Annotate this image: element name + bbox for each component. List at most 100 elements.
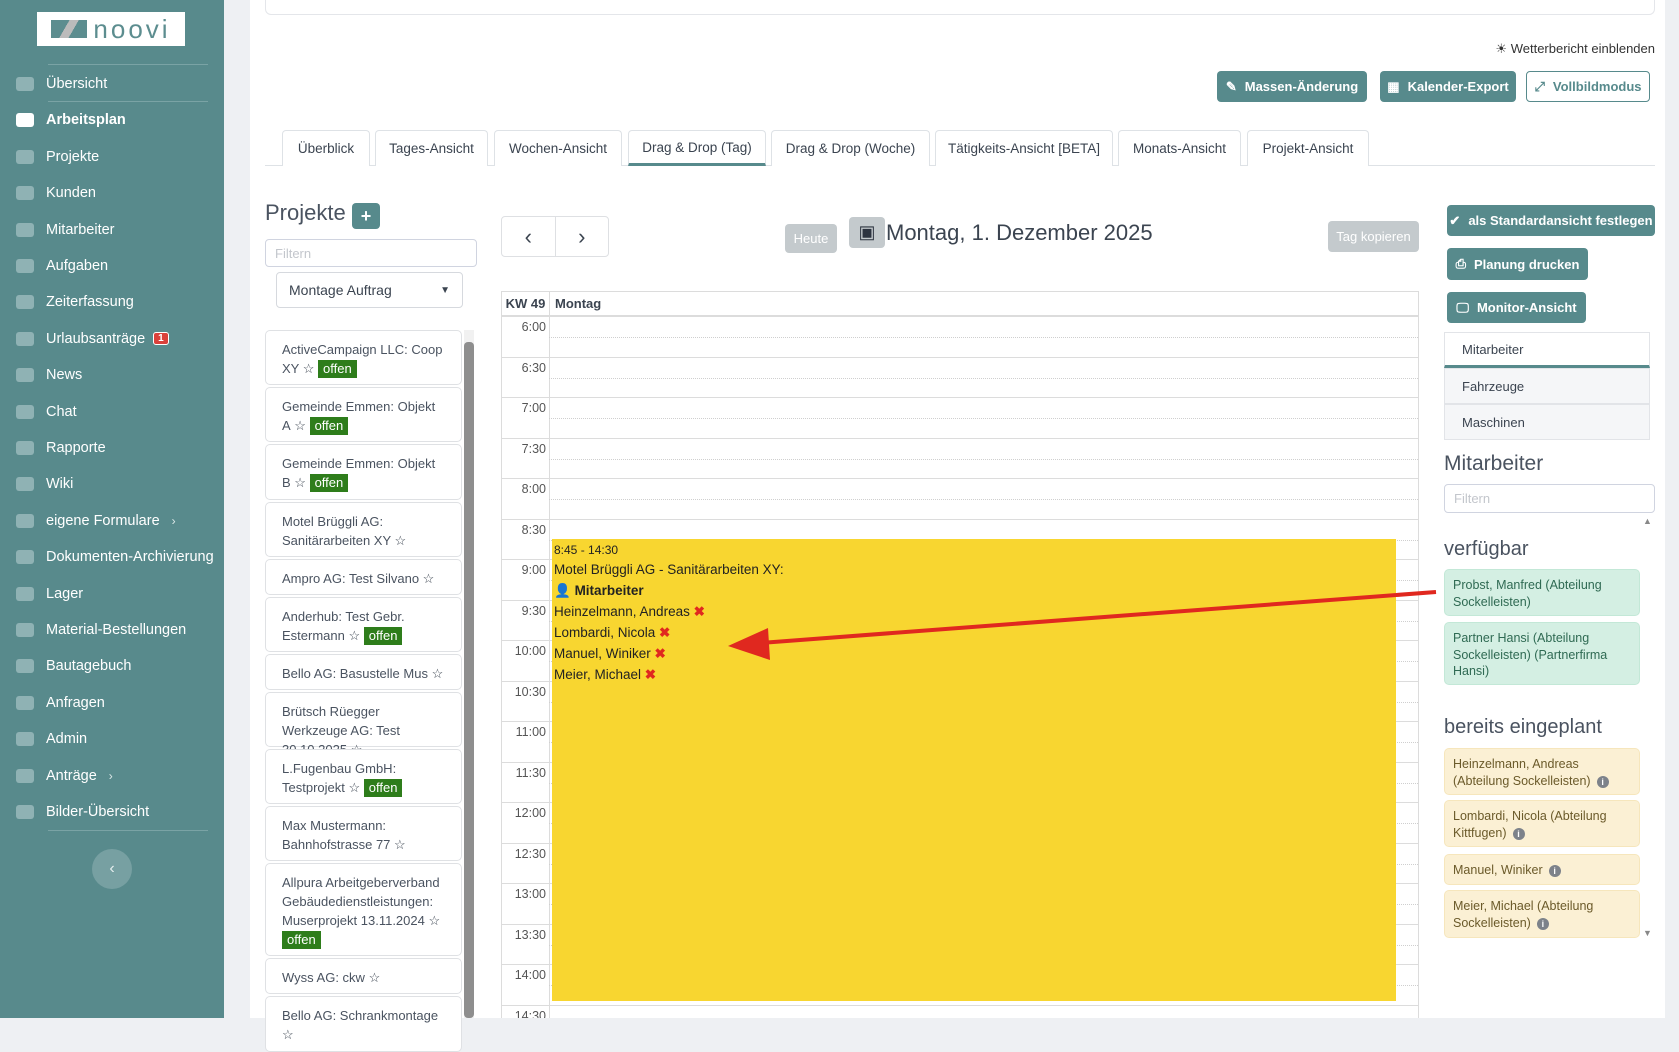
available-employee-card[interactable]: Partner Hansi (Abteilung Sockelleisten) … [1444,622,1640,685]
project-card[interactable]: ActiveCampaign LLC: Coop XY ☆ offen [265,330,462,385]
fullscreen-button[interactable]: ⤢ Vollbildmodus [1526,71,1650,102]
info-icon[interactable]: i [1548,865,1561,877]
monitor-view-button[interactable]: 🖵 Monitor-Ansicht [1447,292,1586,323]
remove-worker-icon[interactable]: ✖ [651,646,666,661]
set-default-view-button[interactable]: ✔ als Standardansicht festlegen [1447,205,1655,236]
view-tab[interactable]: Tätigkeits-Ansicht [BETA] [935,130,1113,166]
sidebar-item[interactable]: Übersicht [16,69,216,99]
project-card[interactable]: L.Fugenbau GmbH: Testprojekt ☆ offen [265,749,462,804]
logo[interactable]: noovi [37,12,185,46]
star-icon[interactable]: ☆ [282,1027,294,1042]
time-slot[interactable]: 6:30 [502,356,1418,398]
planned-employee-card[interactable]: Lombardi, Nicola (Abteilung Kittfugen) i [1444,800,1640,847]
sidebar-item[interactable]: Anträge › [16,761,216,791]
resource-tab[interactable]: Maschinen [1444,404,1650,440]
project-card[interactable]: Anderhub: Test Gebr. Estermann ☆ offen [265,597,462,652]
sidebar-item[interactable]: Aufgaben [16,251,216,281]
next-day-button[interactable]: › [556,217,609,256]
print-plan-button[interactable]: ⎙ Planung drucken [1447,248,1588,280]
project-list-scrollbar[interactable] [464,330,474,1018]
info-icon[interactable]: i [1536,917,1549,930]
sidebar-item[interactable]: Chat [16,397,216,427]
star-icon[interactable]: ☆ [419,571,435,586]
employee-filter-input[interactable] [1444,484,1655,513]
mass-edit-button[interactable]: ✎ Massen-Änderung [1217,71,1367,102]
time-slot[interactable]: 7:00 [502,397,1418,438]
prev-day-button[interactable]: ‹ [502,217,556,256]
project-card[interactable]: Ampro AG: Test Silvano ☆ [265,559,462,595]
remove-worker-icon[interactable]: ✖ [655,625,670,640]
sidebar-item[interactable]: Mitarbeiter [16,215,216,245]
view-tab[interactable]: Projekt-Ansicht [1247,130,1369,166]
sidebar-item[interactable]: Wiki [16,469,216,499]
date-picker-button[interactable]: ▣ [849,217,885,248]
sidebar-item[interactable]: Dokumenten-Archivierung [16,542,216,572]
time-slot[interactable]: 6:00 [502,316,1418,357]
star-icon[interactable]: ☆ [365,970,381,985]
add-project-button[interactable]: + [352,203,380,229]
sidebar-item[interactable]: Arbeitsplan [16,105,216,135]
view-tab[interactable]: Wochen-Ansicht [494,130,622,166]
sidebar-item[interactable]: Urlaubsanträge 1 [16,324,216,354]
info-icon[interactable]: i [1596,775,1609,788]
star-icon[interactable]: ☆ [299,361,318,376]
star-icon[interactable]: ☆ [425,913,440,928]
project-card[interactable]: Bello AG: Schrankmontage ☆ [265,996,462,1052]
sidebar-item[interactable]: Admin [16,724,216,754]
planned-employee-card[interactable]: Heinzelmann, Andreas (Abteilung Sockelle… [1444,748,1640,795]
remove-worker-icon[interactable]: ✖ [690,604,705,619]
copy-day-button[interactable]: Tag kopieren [1328,221,1419,252]
star-icon[interactable]: ☆ [428,666,444,681]
view-tab[interactable]: Drag & Drop (Woche) [771,130,930,166]
project-card[interactable]: Brütsch Rüegger Werkzeuge AG: Test 30.10… [265,692,462,757]
collapse-sidebar-button[interactable]: ‹ [92,849,132,889]
project-card[interactable]: Allpura Arbeitgeberverband Gebäudedienst… [265,863,462,956]
resource-tab[interactable]: Fahrzeuge [1444,368,1650,404]
sidebar-item[interactable]: Material-Bestellungen [16,615,216,645]
sidebar-item[interactable]: Kunden [16,178,216,208]
scroll-up-icon[interactable]: ▲ [1643,516,1652,526]
project-card[interactable]: Motel Brüggli AG: Sanitärarbeiten XY ☆ [265,502,462,557]
planned-employee-card[interactable]: Manuel, Winiker i [1444,854,1640,885]
calendar-event[interactable]: 8:45 - 14:30 Motel Brüggli AG - Sanitära… [552,539,1396,1001]
time-slot[interactable]: 8:00 [502,478,1418,519]
star-icon[interactable]: ☆ [345,780,364,795]
project-card[interactable]: Bello AG: Basustelle Mus ☆ [265,654,462,690]
remove-worker-icon[interactable]: ✖ [641,667,656,682]
view-tab[interactable]: Tages-Ansicht [375,130,488,166]
sidebar-item[interactable]: Bautagebuch [16,651,216,681]
star-icon[interactable]: ☆ [291,418,310,433]
info-icon[interactable]: i [1512,827,1525,840]
view-tab[interactable]: Drag & Drop (Tag) [628,130,766,166]
star-icon[interactable]: ☆ [391,533,407,548]
sidebar-item[interactable]: eigene Formulare › [16,506,216,536]
sidebar-item[interactable]: News [16,360,216,390]
sidebar-item[interactable]: Lager [16,579,216,609]
project-filter-input[interactable] [265,239,477,267]
star-icon[interactable]: ☆ [390,837,406,852]
scroll-down-icon[interactable]: ▼ [1643,928,1652,938]
project-card[interactable]: Gemeinde Emmen: Objekt A ☆ offen [265,387,462,442]
sidebar-item[interactable]: Zeiterfassung [16,287,216,317]
star-icon[interactable]: ☆ [345,628,364,643]
weather-toggle[interactable]: ☀ Wetterbericht einblenden [1495,41,1655,57]
resource-tab[interactable]: Mitarbeiter [1444,332,1650,368]
view-tab[interactable]: Überblick [282,130,370,166]
project-card[interactable]: Wyss AG: ckw ☆ [265,958,462,994]
sidebar-item[interactable]: Anfragen [16,688,216,718]
project-card[interactable]: Gemeinde Emmen: Objekt B ☆ offen [265,444,462,500]
sidebar-item[interactable]: Projekte [16,142,216,172]
planned-employee-card[interactable]: Meier, Michael (Abteilung Sockelleisten)… [1444,890,1640,938]
view-tab[interactable]: Monats-Ansicht [1118,130,1241,166]
project-card[interactable]: Max Mustermann: Bahnhofstrasse 77 ☆ [265,806,462,861]
available-employee-card[interactable]: Probst, Manfred (Abteilung Sockelleisten… [1444,569,1640,616]
project-type-select[interactable]: Montage Auftrag ▼ [276,272,463,308]
time-slot[interactable]: 7:30 [502,437,1418,479]
sidebar-item[interactable]: Rapporte [16,433,216,463]
sidebar-item[interactable]: Bilder-Übersicht [16,797,216,827]
time-slot[interactable]: 14:30 [502,1004,1418,1018]
scrollbar-thumb[interactable] [464,342,474,1018]
calendar-export-button[interactable]: ▦ Kalender-Export [1380,71,1516,102]
today-button[interactable]: Heute [785,224,837,253]
star-icon[interactable]: ☆ [291,475,310,490]
